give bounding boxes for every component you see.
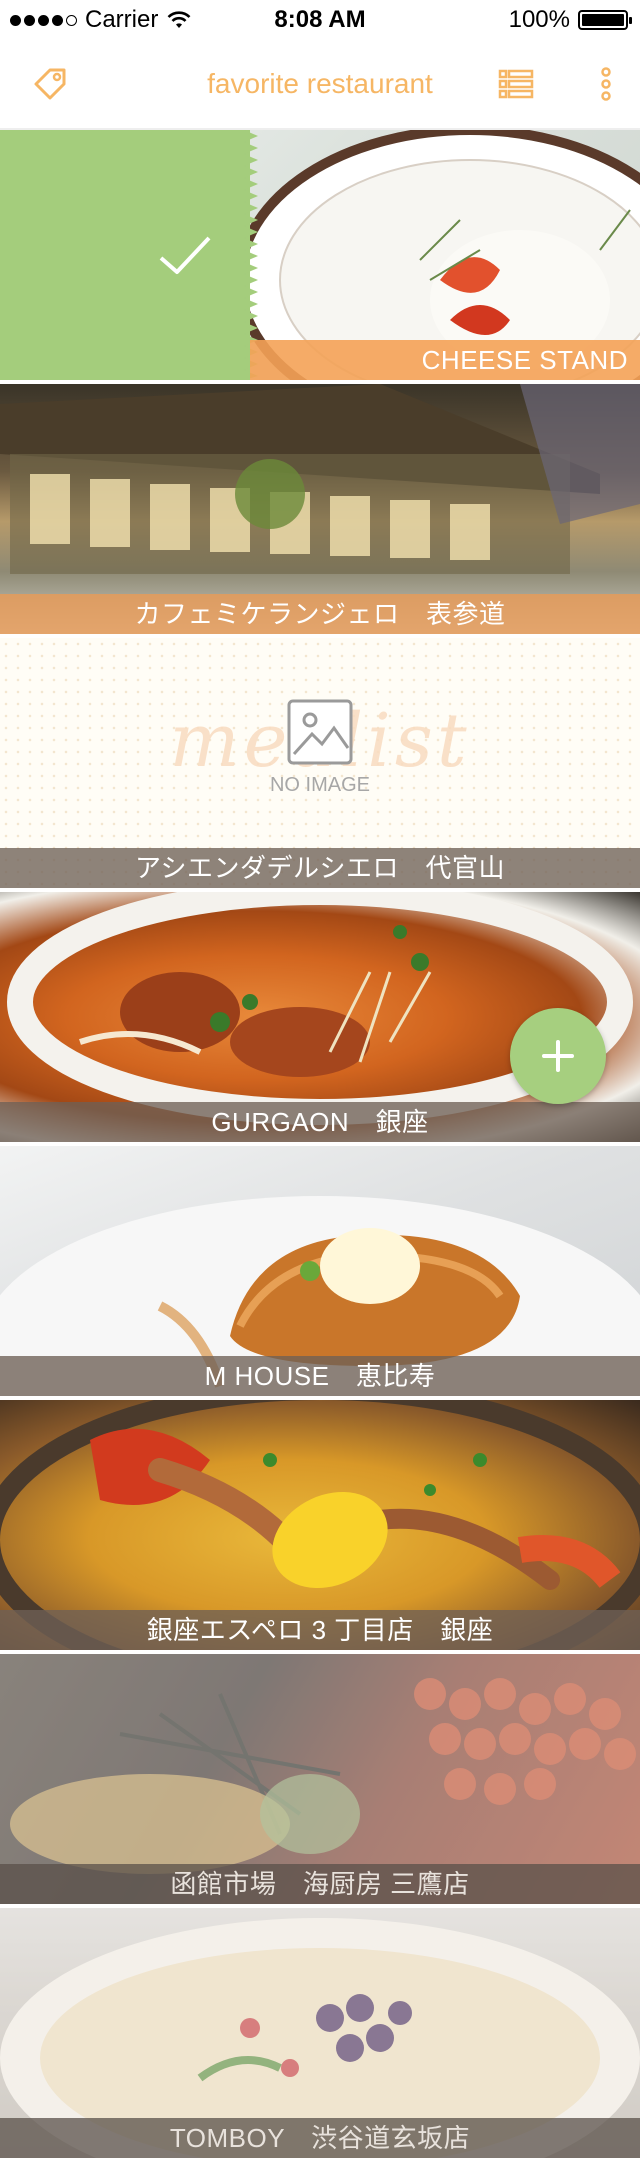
checkmark-icon: [159, 236, 211, 274]
restaurant-name: GURGAON 銀座: [0, 1102, 640, 1142]
restaurant-name: 銀座エスペロ 3 丁目店 銀座: [0, 1610, 640, 1650]
image-placeholder-icon: [287, 699, 353, 765]
restaurant-card[interactable]: カフェミケランジェロ 表参道: [0, 384, 640, 638]
restaurant-card[interactable]: mealist NO IMAGE アシエンダデルシエロ 代官山: [0, 638, 640, 892]
favorite-swipe-panel[interactable]: [0, 130, 250, 380]
list-view-icon: [498, 69, 534, 99]
restaurant-name: アシエンダデルシエロ 代官山: [0, 848, 640, 888]
status-right: 100%: [508, 6, 632, 34]
more-button[interactable]: [584, 62, 628, 106]
add-button[interactable]: [510, 1008, 606, 1104]
restaurant-name: 函館市場 海厨房 三鷹店: [0, 1864, 640, 1904]
restaurant-card[interactable]: TOMBOY 渋谷道玄坂店: [0, 1908, 640, 2162]
restaurant-list: CHEESE STAND カフェミケランジェロ 表参道 mealist: [0, 130, 640, 2162]
restaurant-card[interactable]: M HOUSE 恵比寿: [0, 1146, 640, 1400]
plus-icon: [542, 1040, 574, 1072]
restaurant-card[interactable]: CHEESE STAND: [0, 130, 640, 384]
restaurant-name: CHEESE STAND: [250, 340, 640, 380]
battery-icon: [578, 10, 632, 30]
more-vertical-icon: [601, 67, 611, 101]
page-title: favorite restaurant: [207, 68, 433, 99]
battery-percent: 100%: [508, 6, 570, 33]
restaurant-name: M HOUSE 恵比寿: [0, 1356, 640, 1396]
nav-bar: favorite restaurant: [0, 40, 640, 130]
restaurant-card[interactable]: 銀座エスペロ 3 丁目店 銀座: [0, 1400, 640, 1654]
list-view-button[interactable]: [494, 62, 538, 106]
restaurant-name: カフェミケランジェロ 表参道: [0, 594, 640, 634]
restaurant-name: TOMBOY 渋谷道玄坂店: [0, 2118, 640, 2158]
no-image-text: NO IMAGE: [269, 774, 370, 796]
restaurant-card[interactable]: 函館市場 海厨房 三鷹店: [0, 1654, 640, 1908]
status-bar: Carrier 8:08 AM 100%: [0, 0, 640, 40]
